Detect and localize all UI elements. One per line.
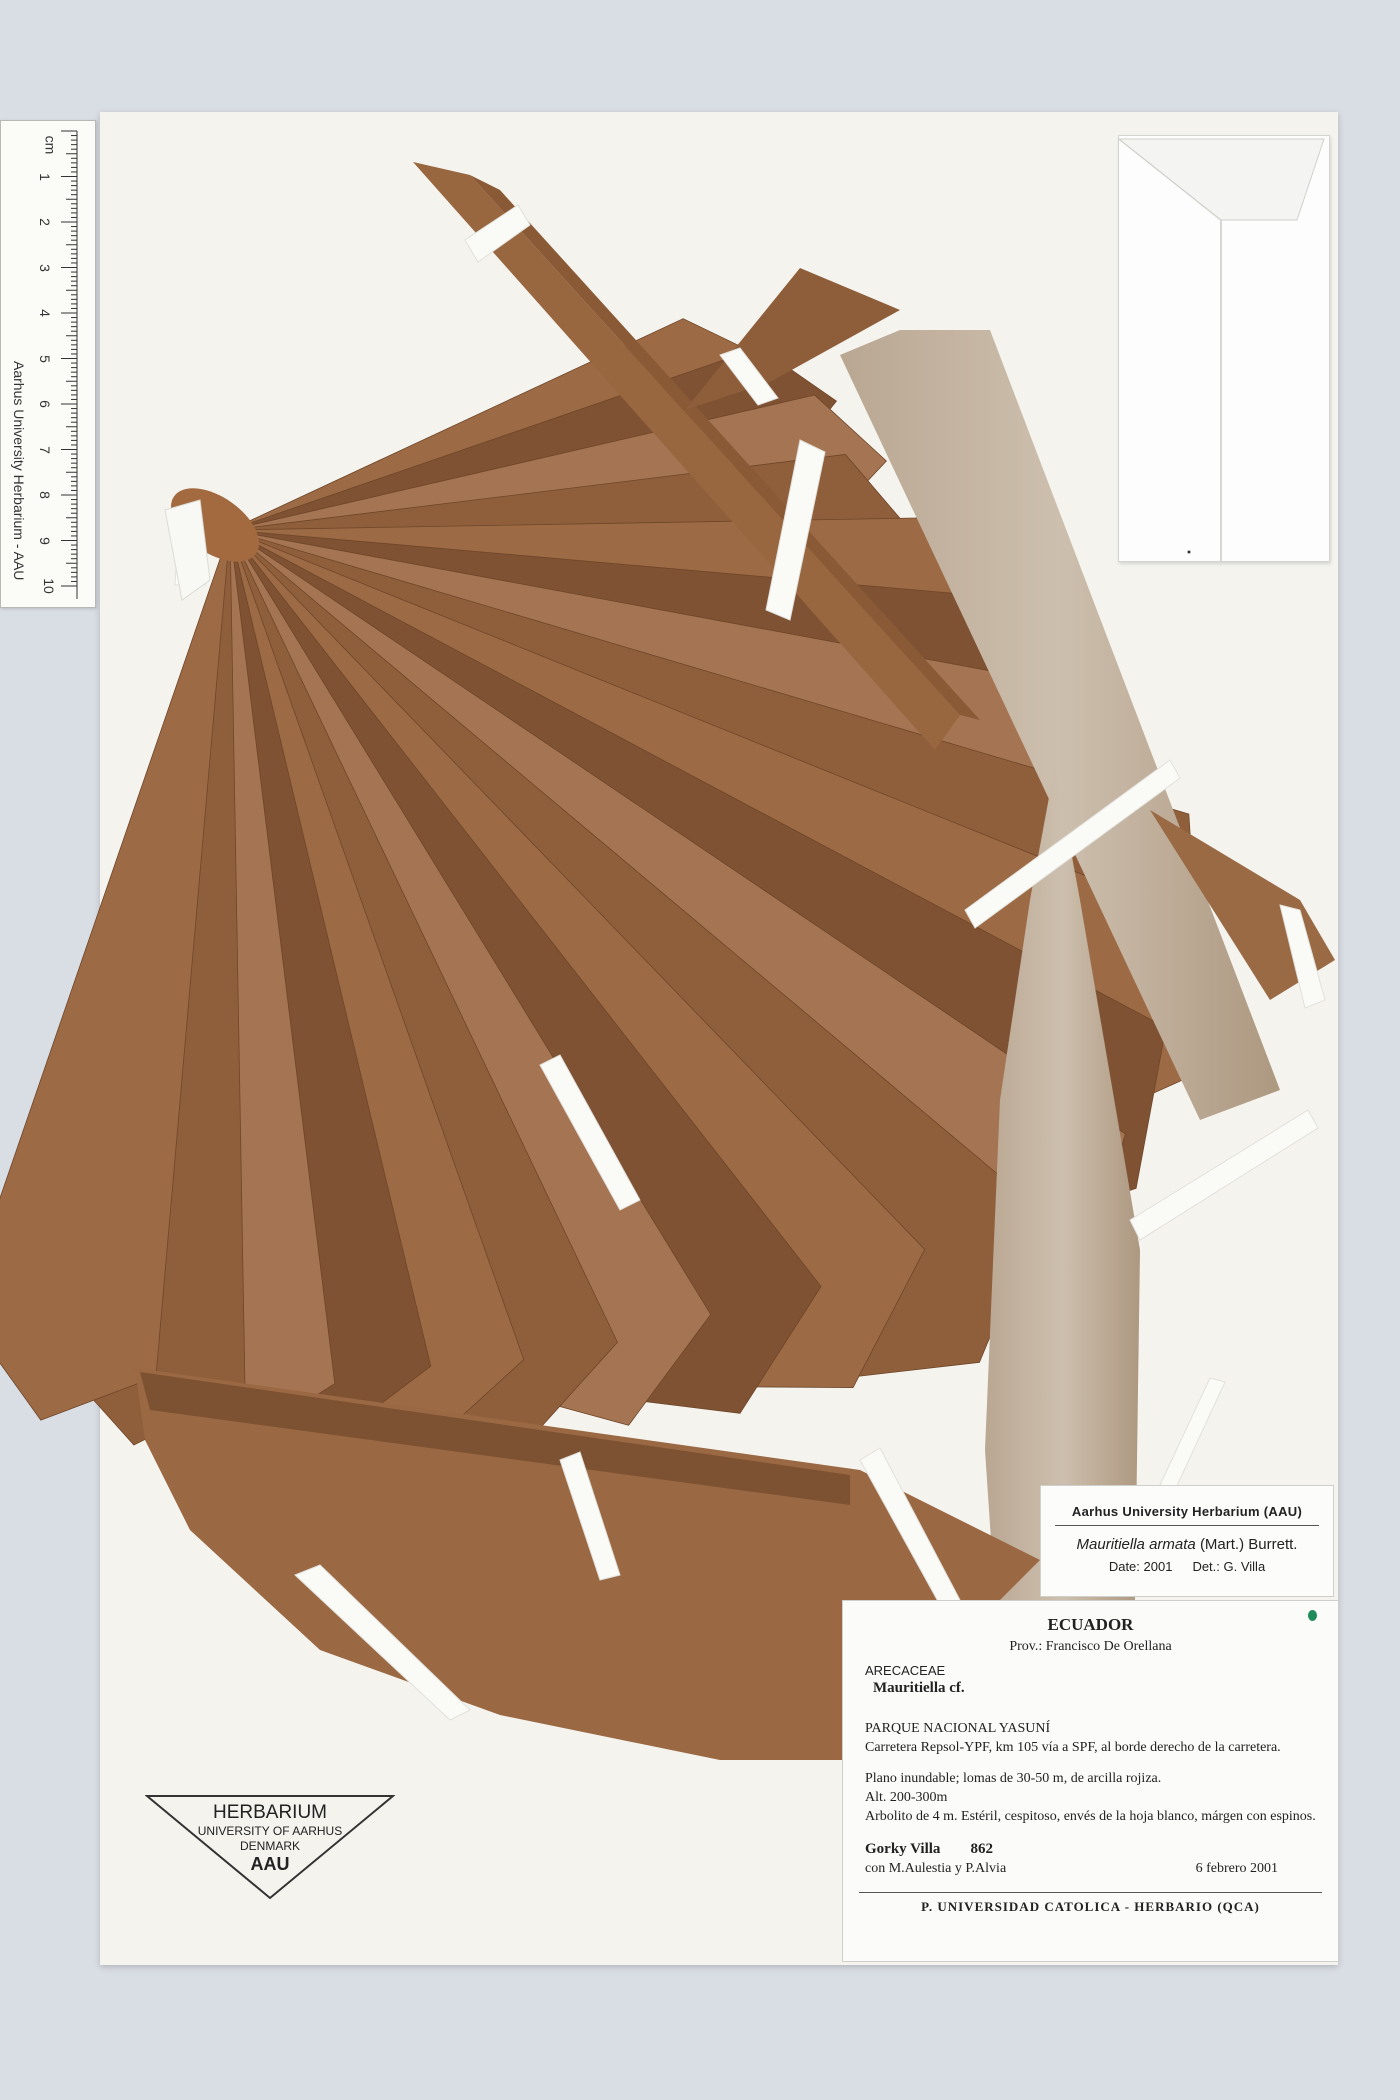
herbarium-stamp: HERBARIUM UNIVERSITY OF AARHUS DENMARK A… xyxy=(145,1794,395,1900)
collection-number: 862 xyxy=(970,1841,993,1857)
collection-label: ECUADOR Prov.: Francisco De Orellana ARE… xyxy=(842,1600,1339,1962)
country: ECUADOR xyxy=(1047,1615,1134,1634)
collection-date: 6 febrero 2001 xyxy=(1195,1861,1278,1876)
institution: P. UNIVERSIDAD CATOLICA - HERBARIO (QCA) xyxy=(859,1892,1322,1915)
family: ARECACEAE xyxy=(865,1663,946,1678)
locality: Carretera Repsol-YPF, km 105 vía a SPF, … xyxy=(865,1740,1281,1755)
habitat: Plano inundable; lomas de 30-50 m, de ar… xyxy=(865,1771,1162,1786)
collector: Gorky Villa xyxy=(865,1841,941,1857)
stamp-line-4: AAU xyxy=(250,1854,290,1874)
species-authority: (Mart.) Burrett. xyxy=(1199,1536,1298,1553)
province: Prov.: Francisco De Orellana xyxy=(1009,1639,1172,1654)
altitude: Alt. 200-300m xyxy=(865,1790,948,1805)
companions: con M.Aulestia y P.Alvia xyxy=(865,1861,1007,1876)
determination-date: Date: 2001 xyxy=(1108,1559,1173,1574)
plant-description: Arbolito de 4 m. Estéril, cespitoso, env… xyxy=(865,1809,1316,1824)
park-name: PARQUE NACIONAL YASUNÍ xyxy=(865,1721,1051,1736)
species-name: Mauritiella armata xyxy=(1076,1536,1196,1553)
determination-label: Aarhus University Herbarium (AAU) Maurit… xyxy=(1040,1485,1334,1597)
stamp-line-3: DENMARK xyxy=(239,1839,300,1853)
label-header: Aarhus University Herbarium (AAU) xyxy=(1055,1504,1319,1526)
genus: Mauritiella cf. xyxy=(873,1680,965,1696)
green-dot-icon xyxy=(1308,1610,1317,1621)
stamp-line-2: UNIVERSITY OF AARHUS xyxy=(197,1824,343,1838)
determiner: Det.: G. Villa xyxy=(1192,1559,1266,1574)
stamp-line-1: HERBARIUM xyxy=(212,1802,327,1823)
